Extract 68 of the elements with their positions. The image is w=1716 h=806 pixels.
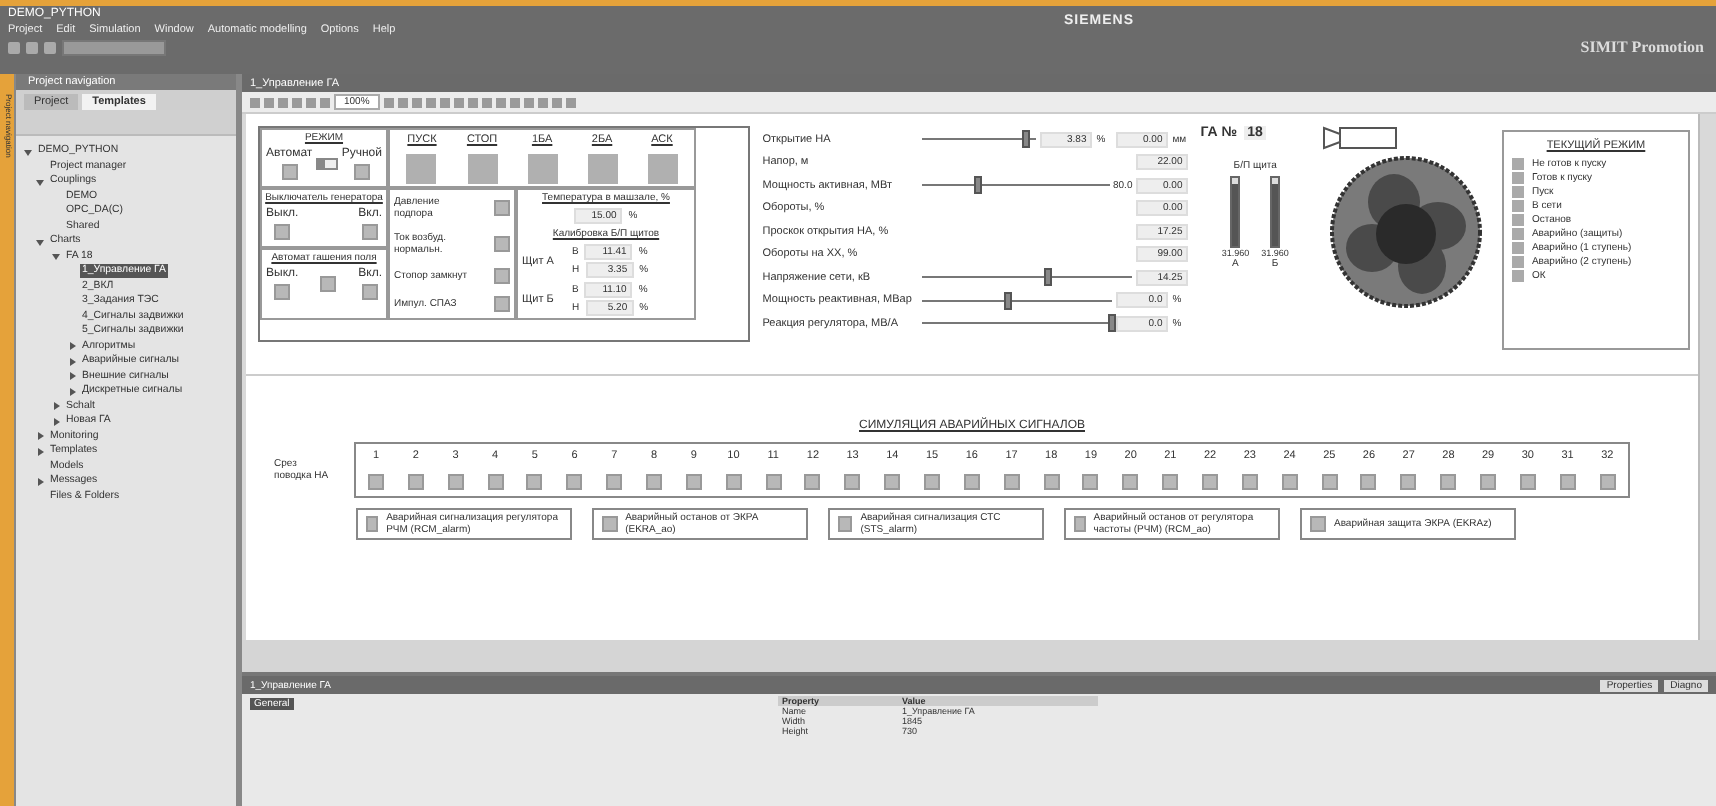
- signal-button[interactable]: [1202, 474, 1219, 490]
- product-name: SIMIT Promotion: [1580, 38, 1704, 56]
- signal-button[interactable]: [765, 474, 782, 490]
- expand-arrow-icon[interactable]: [68, 340, 80, 352]
- signal-button[interactable]: [1599, 474, 1616, 490]
- dropdown-field[interactable]: [62, 40, 166, 56]
- slider-thumb[interactable]: [1003, 291, 1012, 310]
- signal-button[interactable]: [320, 276, 337, 292]
- slider-thumb[interactable]: [1108, 314, 1117, 333]
- signal-button[interactable]: [924, 474, 941, 490]
- signal-button[interactable]: [368, 474, 384, 490]
- signal-button[interactable]: [362, 284, 379, 300]
- signal-button[interactable]: [606, 474, 623, 490]
- expand-arrow-icon[interactable]: [68, 355, 80, 367]
- expand-arrow-icon[interactable]: [52, 250, 64, 262]
- signal-button[interactable]: [1440, 474, 1457, 490]
- signal-button[interactable]: [353, 164, 370, 180]
- signal-button[interactable]: [963, 474, 980, 490]
- expand-arrow-icon[interactable]: [36, 175, 48, 187]
- command-button[interactable]: [587, 154, 618, 184]
- signal-button[interactable]: [1360, 474, 1377, 490]
- signal-button[interactable]: [1162, 474, 1179, 490]
- expand-arrow-icon[interactable]: [36, 430, 48, 442]
- slider-thumb[interactable]: [1044, 268, 1053, 287]
- signal-button[interactable]: [362, 224, 379, 240]
- signal-button[interactable]: [274, 284, 291, 300]
- signal-button[interactable]: [407, 474, 424, 490]
- expand-arrow-icon[interactable]: [68, 385, 80, 397]
- expand-arrow-icon[interactable]: [52, 400, 64, 412]
- signal-button[interactable]: [274, 224, 291, 240]
- command-button[interactable]: [647, 154, 677, 184]
- signal-button[interactable]: [1003, 474, 1020, 490]
- expand-arrow-icon[interactable]: [36, 235, 48, 247]
- signal-button[interactable]: [281, 164, 298, 180]
- signal-button[interactable]: [566, 474, 583, 490]
- slider-thumb[interactable]: [1021, 130, 1030, 149]
- signal-button[interactable]: [1241, 474, 1258, 490]
- signal-button[interactable]: [685, 474, 702, 490]
- command-button[interactable]: [406, 154, 437, 184]
- signal-button[interactable]: [447, 474, 464, 490]
- signal-button[interactable]: [1559, 474, 1576, 490]
- signal-button[interactable]: [646, 474, 663, 490]
- command-button[interactable]: [467, 154, 498, 184]
- signal-button[interactable]: [1043, 474, 1060, 490]
- expand-arrow-icon[interactable]: [52, 415, 64, 427]
- signal-button[interactable]: [1281, 474, 1298, 490]
- expand-arrow-icon[interactable]: [36, 445, 48, 457]
- expand-arrow-icon[interactable]: [24, 145, 36, 157]
- signal-button[interactable]: [725, 474, 742, 490]
- signal-button[interactable]: [1321, 474, 1338, 490]
- horizontal-scrollbar[interactable]: [242, 640, 1716, 676]
- valve-icon: [1321, 126, 1398, 150]
- signal-button[interactable]: [526, 474, 543, 490]
- toggle-switch[interactable]: [316, 158, 338, 170]
- signal-button[interactable]: [844, 474, 861, 490]
- signal-button[interactable]: [1480, 474, 1497, 490]
- signal-button[interactable]: [1082, 474, 1099, 490]
- command-button[interactable]: [527, 154, 558, 184]
- signal-button[interactable]: [1122, 474, 1139, 490]
- expand-arrow-icon[interactable]: [68, 370, 80, 382]
- slider-thumb[interactable]: [974, 176, 983, 195]
- expand-arrow-icon[interactable]: [36, 475, 48, 487]
- signal-button[interactable]: [487, 474, 504, 490]
- signal-button[interactable]: [1400, 474, 1417, 490]
- signal-button[interactable]: [884, 474, 901, 490]
- signal-button[interactable]: [804, 474, 821, 490]
- signal-button[interactable]: [1519, 474, 1536, 490]
- signal-button[interactable]: [494, 200, 510, 216]
